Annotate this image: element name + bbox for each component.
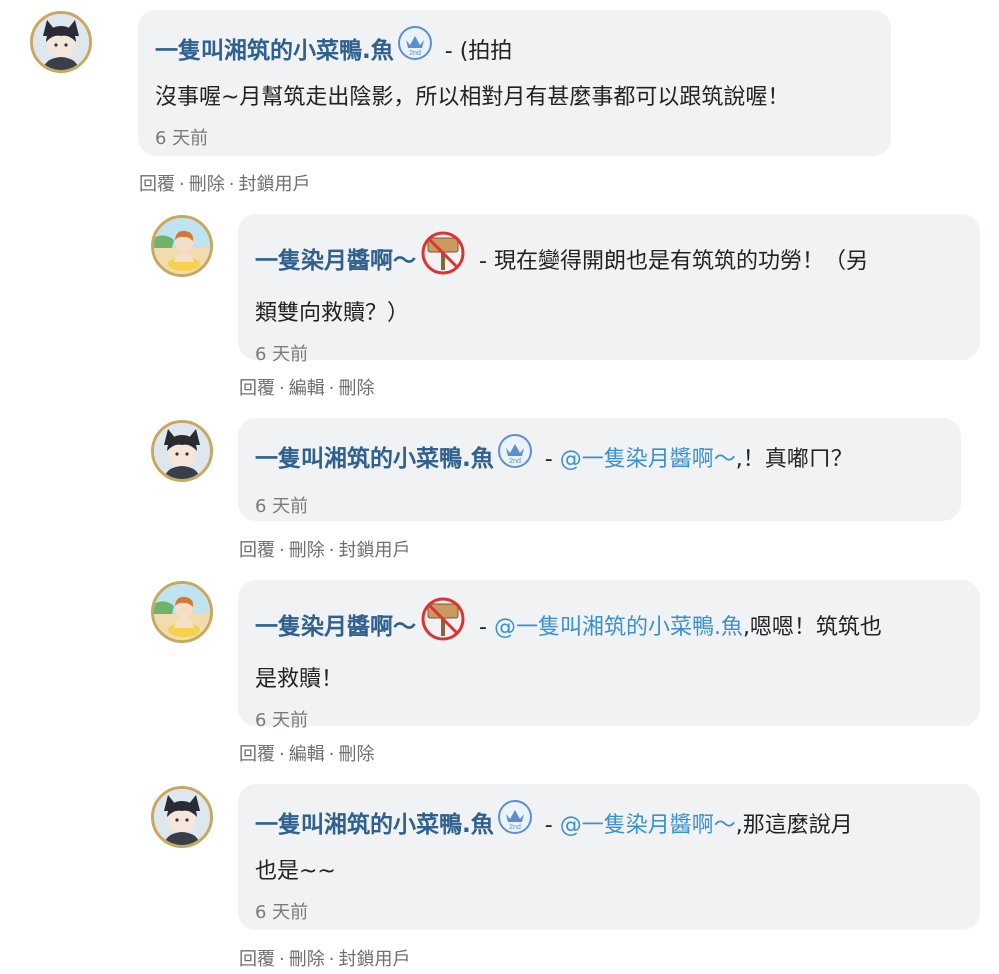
comment-actions: 回覆 · 刪除 · 封鎖用戶: [239, 949, 411, 970]
comment-actions: 回覆 · 刪除 · 封鎖用戶: [139, 174, 311, 195]
avatar-beach-boy-image: [154, 218, 210, 274]
avatar[interactable]: [151, 420, 213, 482]
avatar-beach-boy-image: [154, 584, 210, 640]
timestamp: 6 天前: [255, 902, 309, 923]
timestamp: 6 天前: [255, 496, 309, 517]
comment-header: 一隻叫湘筑的小菜鴨.魚 2nd - (拍拍: [155, 26, 873, 78]
svg-text:2nd: 2nd: [509, 458, 521, 465]
comment-header: 一隻叫湘筑的小菜鴨.魚 2nd - @一隻染月醬啊～,！真嘟ㄇ？: [255, 434, 943, 486]
delete-link[interactable]: 刪除: [289, 540, 325, 561]
comment-actions: 回覆 · 編輯 · 刪除: [239, 378, 375, 399]
comment-text: 現在變得開朗也是有筑筑的功勞！（另: [493, 249, 868, 274]
reply-link[interactable]: 回覆: [239, 378, 275, 399]
crown-2nd-badge-icon: 2nd: [497, 434, 532, 482]
delete-link[interactable]: 刪除: [289, 949, 325, 970]
avatar[interactable]: [30, 11, 92, 73]
comment-bubble: 一隻叫湘筑的小菜鴨.魚 2nd - @一隻染月醬啊～,那這麼說月 也是~~ 6 …: [238, 784, 980, 930]
timestamp: 6 天前: [255, 710, 309, 731]
avatar[interactable]: [151, 215, 213, 277]
avatar-cat-boy-image: [154, 789, 210, 845]
no-sign-badge-icon: [420, 230, 466, 290]
author-name[interactable]: 一隻染月醬啊～: [255, 614, 416, 640]
crown-2nd-badge-icon: 2nd: [497, 800, 532, 848]
comment-header: 一隻染月醬啊～ - 現在變得開朗也是有筑筑的功勞！（另: [255, 230, 962, 294]
comment-actions: 回覆 · 編輯 · 刪除: [239, 744, 375, 765]
mention-link[interactable]: @一隻染月醬啊～: [560, 813, 736, 838]
comment-bubble: 一隻叫湘筑的小菜鴨.魚 2nd - (拍拍 沒事喔~月幫筑走出陰影，所以相對月有…: [138, 10, 891, 156]
mention-link[interactable]: @一隻叫湘筑的小菜鴨.魚: [494, 615, 743, 640]
comment-text-line-2: 也是~~: [255, 859, 336, 884]
author-name[interactable]: 一隻叫湘筑的小菜鴨.魚: [255, 812, 494, 838]
author-name[interactable]: 一隻染月醬啊～: [255, 248, 416, 274]
author-name[interactable]: 一隻叫湘筑的小菜鴨.魚: [155, 38, 394, 64]
comment-header: 一隻叫湘筑的小菜鴨.魚 2nd - @一隻染月醬啊～,那這麼說月: [255, 800, 962, 852]
edit-link[interactable]: 編輯: [289, 744, 325, 765]
comment-text-line-2: 是救贖！: [255, 667, 344, 692]
comment-bubble: 一隻染月醬啊～ - 現在變得開朗也是有筑筑的功勞！（另 類雙向救贖？） 6 天前: [238, 214, 980, 365]
svg-text:2nd: 2nd: [509, 824, 521, 831]
reply-link[interactable]: 回覆: [239, 540, 275, 561]
delete-link[interactable]: 刪除: [338, 744, 374, 765]
block-user-link[interactable]: 封鎖用戶: [238, 174, 310, 195]
reply-link[interactable]: 回覆: [239, 744, 275, 765]
comment-bubble: 一隻叫湘筑的小菜鴨.魚 2nd - @一隻染月醬啊～,！真嘟ㄇ？ 6 天前: [238, 418, 961, 521]
timestamp: 6 天前: [255, 344, 309, 365]
avatar-cat-boy-image: [154, 423, 210, 479]
avatar-cat-boy-image: [33, 14, 89, 70]
comment-text: ,嗯嗯！筑筑也: [742, 615, 882, 640]
avatar[interactable]: [151, 581, 213, 643]
delete-link[interactable]: 刪除: [338, 378, 374, 399]
timestamp: 6 天前: [155, 128, 209, 149]
comment-actions: 回覆 · 刪除 · 封鎖用戶: [239, 540, 411, 561]
comment-text-line-2: 沒事喔~月幫筑走出陰影，所以相對月有甚麼事都可以跟筑說喔！: [155, 85, 790, 110]
crown-2nd-badge-icon: 2nd: [397, 26, 432, 74]
avatar[interactable]: [151, 786, 213, 848]
edit-link[interactable]: 編輯: [289, 378, 325, 399]
block-user-link[interactable]: 封鎖用戶: [338, 949, 410, 970]
no-sign-badge-icon: [420, 596, 466, 656]
block-user-link[interactable]: 封鎖用戶: [338, 540, 410, 561]
comment-text: ,！真嘟ㄇ？: [735, 447, 853, 472]
mention-link[interactable]: @一隻染月醬啊～: [560, 447, 736, 472]
svg-text:2nd: 2nd: [409, 50, 421, 57]
comment-header: 一隻染月醬啊～ - @一隻叫湘筑的小菜鴨.魚,嗯嗯！筑筑也: [255, 596, 962, 660]
reply-link[interactable]: 回覆: [139, 174, 175, 195]
comment-text: ,那這麼說月: [735, 813, 853, 838]
reply-link[interactable]: 回覆: [239, 949, 275, 970]
author-name[interactable]: 一隻叫湘筑的小菜鴨.魚: [255, 446, 494, 472]
comment-bubble: 一隻染月醬啊～ - @一隻叫湘筑的小菜鴨.魚,嗯嗯！筑筑也 是救贖！ 6 天前: [238, 580, 980, 731]
delete-link[interactable]: 刪除: [189, 174, 225, 195]
comment-text: (拍拍: [459, 39, 513, 64]
comment-text-line-2: 類雙向救贖？）: [255, 301, 410, 326]
